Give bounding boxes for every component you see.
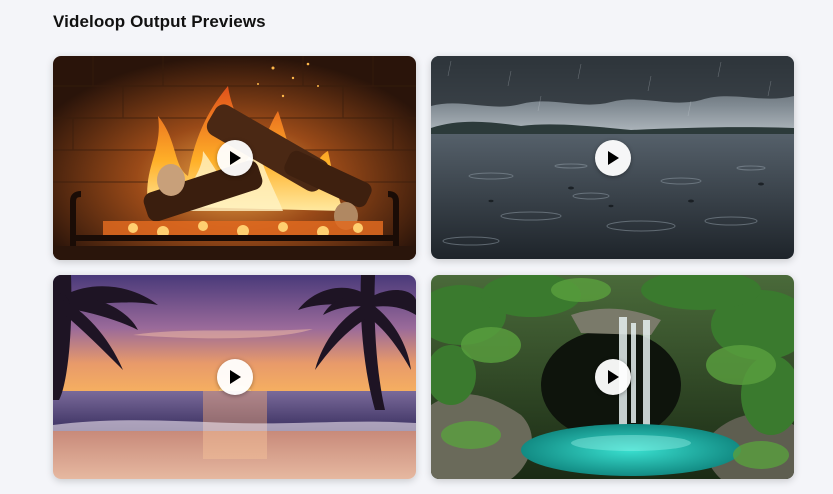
video-preview-beach[interactable] [53,275,416,479]
play-button[interactable] [216,359,253,395]
play-button[interactable] [594,139,631,176]
play-icon [229,370,241,384]
page-title: Videloop Output Previews [53,12,266,31]
play-button[interactable] [216,140,253,176]
play-button[interactable] [594,359,631,395]
video-preview-waterfall[interactable] [431,275,794,479]
play-icon [607,150,619,165]
play-icon [607,370,619,384]
video-preview-fireplace[interactable] [53,56,416,260]
video-preview-rain[interactable] [431,56,794,259]
play-icon [229,151,241,165]
